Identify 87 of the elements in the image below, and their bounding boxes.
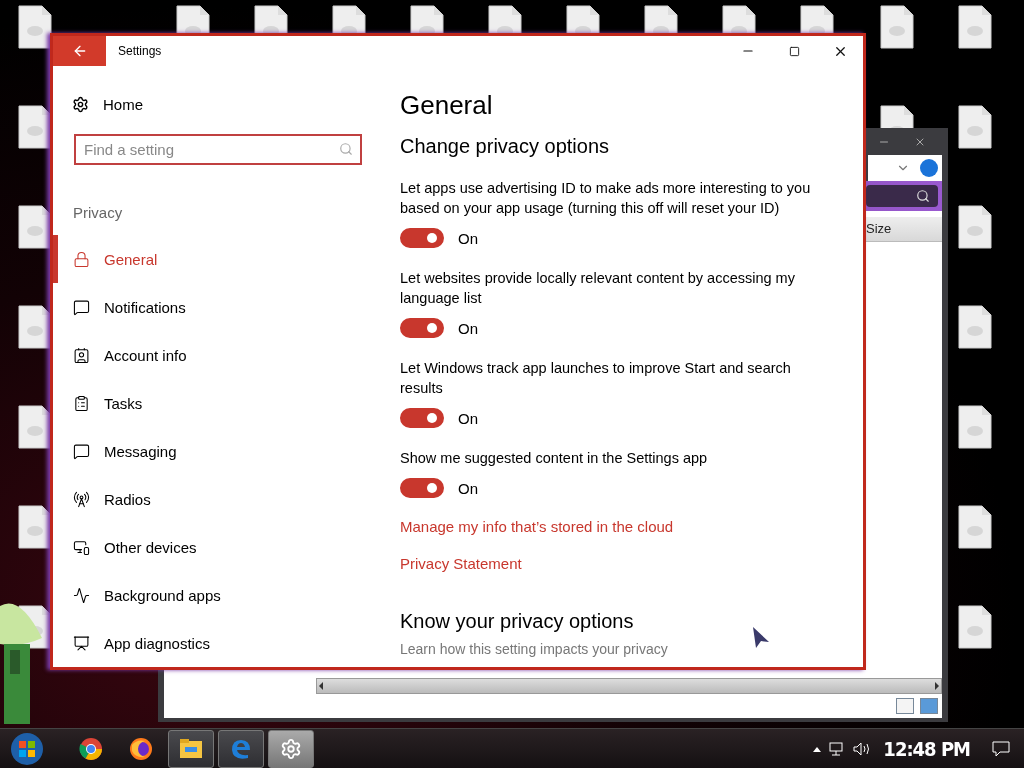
column-header[interactable]: Size [866, 217, 942, 241]
file-icon[interactable] [958, 5, 992, 49]
mouse-cursor-icon [752, 626, 770, 650]
nav-item[interactable]: Tasks [53, 379, 380, 427]
start-button[interactable] [10, 732, 44, 766]
file-icon[interactable] [18, 5, 52, 49]
contact-card-icon [73, 346, 90, 364]
section-label: Privacy [73, 204, 124, 221]
nav-item[interactable]: App diagnostics [53, 619, 380, 667]
page-heading: General [400, 90, 494, 121]
volume-icon[interactable] [853, 742, 872, 756]
file-icon[interactable] [722, 5, 756, 33]
toggle-switch[interactable] [400, 228, 444, 248]
settings-icon[interactable] [72, 95, 89, 113]
speech-bubble-icon [73, 442, 90, 460]
clock[interactable]: 12:48 PM [883, 737, 970, 761]
nav-item[interactable]: Radios [53, 475, 380, 523]
link[interactable]: Manage my info that’s stored in the cloud [400, 518, 674, 535]
file-icon[interactable] [880, 5, 914, 49]
help-icon[interactable] [920, 159, 938, 177]
setting-description: Let Windows track app launches to improve Start and search results [400, 359, 792, 398]
scroll-left-icon[interactable] [317, 681, 325, 691]
file-icon[interactable] [958, 505, 992, 549]
toggle-state: On [458, 409, 478, 427]
file-icon[interactable] [18, 505, 50, 549]
nav-item[interactable]: Notifications [53, 283, 380, 331]
file-icon[interactable] [958, 405, 992, 449]
section-heading: Know your privacy options [400, 610, 634, 633]
toggle-state: On [458, 229, 478, 247]
address-bar[interactable] [868, 155, 942, 181]
file-icon[interactable] [958, 305, 992, 349]
file-icon[interactable] [176, 5, 210, 33]
file-icon[interactable] [566, 5, 600, 33]
section-heading: Change privacy options [400, 135, 610, 158]
maximize-icon [788, 45, 800, 57]
setting-description: Let websites provide locally relevant content by accessing my language list [400, 269, 796, 308]
toggle-switch[interactable] [400, 408, 444, 428]
file-icon[interactable] [800, 5, 834, 33]
file-icon[interactable] [880, 105, 914, 128]
folder-icon[interactable] [179, 738, 203, 760]
setting-description: Show me suggested content in the Settings app [400, 449, 708, 468]
search-icon [339, 142, 353, 156]
clipboard-icon [73, 394, 90, 412]
lock-icon [73, 250, 90, 268]
home-link[interactable]: Home [103, 95, 143, 113]
network-icon[interactable] [829, 742, 846, 756]
chart-icon [73, 634, 90, 652]
toggle-switch[interactable] [400, 478, 444, 498]
search-field[interactable] [866, 185, 938, 207]
activity-icon [73, 586, 90, 604]
search-field[interactable]: Find a setting [74, 134, 362, 165]
link[interactable]: Privacy Statement [400, 555, 522, 572]
window-title: Settings [118, 44, 163, 58]
section-text: Learn how this setting impacts your privacy [400, 641, 668, 657]
toggle-switch[interactable] [400, 318, 444, 338]
notification-icon[interactable] [992, 741, 1010, 757]
file-icon[interactable] [18, 305, 50, 349]
edge-icon[interactable] [229, 737, 253, 761]
chrome-icon[interactable] [79, 737, 103, 761]
file-icon[interactable] [332, 5, 366, 33]
horizontal-scrollbar[interactable] [316, 678, 942, 694]
nav-item[interactable]: Account info [53, 331, 380, 379]
setting-description: Let apps use advertising ID to make ads more interesting to you based on your app usage (turning this off will reset your ID) [400, 179, 812, 218]
nav-item[interactable]: Background apps [53, 571, 380, 619]
scroll-right-icon[interactable] [933, 681, 941, 691]
search-icon[interactable] [916, 189, 930, 203]
nav-item[interactable]: Other devices [53, 523, 380, 571]
toggle-state: On [458, 479, 478, 497]
file-icon[interactable] [18, 405, 50, 449]
file-icon[interactable] [18, 105, 50, 149]
nav-item[interactable]: General [53, 235, 380, 283]
file-icon[interactable] [958, 205, 992, 249]
file-icon[interactable] [254, 5, 288, 33]
speech-bubble-icon [73, 298, 90, 316]
nav-item[interactable]: Messaging [53, 427, 380, 475]
antenna-icon [73, 490, 90, 508]
file-icon[interactable] [958, 105, 992, 149]
devices-icon [73, 538, 90, 556]
toggle-state: On [458, 319, 478, 337]
firefox-icon[interactable] [129, 737, 153, 761]
file-icon[interactable] [488, 5, 522, 33]
file-icon[interactable] [644, 5, 678, 33]
details-view-icon[interactable] [896, 698, 914, 714]
file-icon[interactable] [958, 605, 992, 649]
caret-up-icon[interactable] [813, 746, 822, 752]
file-icon[interactable] [18, 205, 50, 249]
file-icon[interactable] [410, 5, 444, 33]
